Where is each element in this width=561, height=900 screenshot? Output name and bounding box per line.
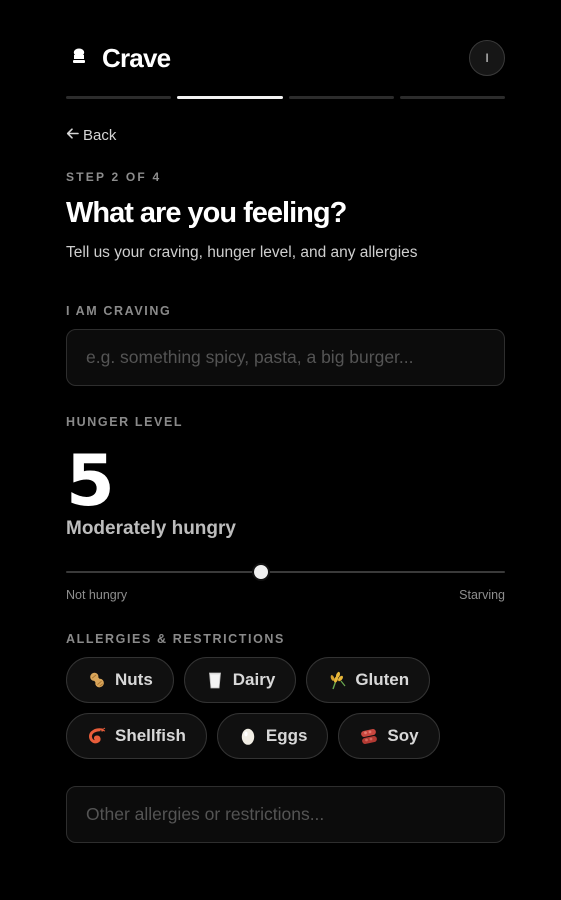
allergy-chip-dairy[interactable]: Dairy [183,657,297,703]
progress-segment-1 [66,96,172,99]
user-avatar-button[interactable]: I [469,40,505,76]
page-title: What are you feeling? [66,197,347,229]
chip-label: Soy [387,726,419,745]
allergy-chip-row-2: Shellfish Eggs Soy [66,713,440,759]
step-indicator: STEP 2 OF 4 [66,170,162,184]
slider-track [66,571,505,573]
chip-label: Shellfish [115,726,186,745]
page-subtitle: Tell us your craving, hunger level, and … [66,244,418,261]
hunger-level-value: 5 [66,440,115,522]
milk-glass-icon [205,670,225,690]
back-button[interactable]: Back [66,127,116,144]
slider-min-label: Not hungry [66,588,128,602]
allergies-label: ALLERGIES & RESTRICTIONS [66,632,285,646]
hunger-level-label: HUNGER LEVEL [66,415,184,429]
allergy-chip-row-1: Nuts Dairy Gluten [66,657,431,703]
allergy-chip-eggs[interactable]: Eggs [216,713,329,759]
egg-icon [238,726,258,746]
app-header: Crave I [66,40,505,78]
chip-label: Nuts [115,670,153,689]
step-progress-bar [66,96,505,99]
craving-label: I AM CRAVING [66,304,172,318]
brand-name: Crave [102,43,171,73]
slider-max-label: Starving [459,588,505,602]
craving-input[interactable] [66,329,505,386]
chef-hat-icon [72,48,86,66]
hunger-level-slider[interactable] [66,562,505,582]
slider-thumb[interactable] [252,563,271,581]
wheat-icon [327,670,347,690]
back-label: Back [83,127,117,144]
chip-label: Gluten [355,670,410,689]
progress-segment-2-active [177,96,283,99]
shrimp-icon [87,726,107,746]
progress-segment-3 [288,96,394,99]
allergy-chip-soy[interactable]: Soy [338,713,440,759]
allergy-chip-nuts[interactable]: Nuts [66,657,174,703]
chip-label: Eggs [265,726,308,745]
soybean-icon [359,726,379,746]
arrow-left-icon [66,127,79,144]
allergy-chip-shellfish[interactable]: Shellfish [66,713,207,759]
peanut-icon [87,670,107,690]
other-allergies-input[interactable] [66,786,505,843]
chip-label: Dairy [232,670,276,689]
hunger-level-description: Moderately hungry [66,518,236,539]
progress-segment-4 [399,96,505,99]
allergy-chip-gluten[interactable]: Gluten [306,657,431,703]
